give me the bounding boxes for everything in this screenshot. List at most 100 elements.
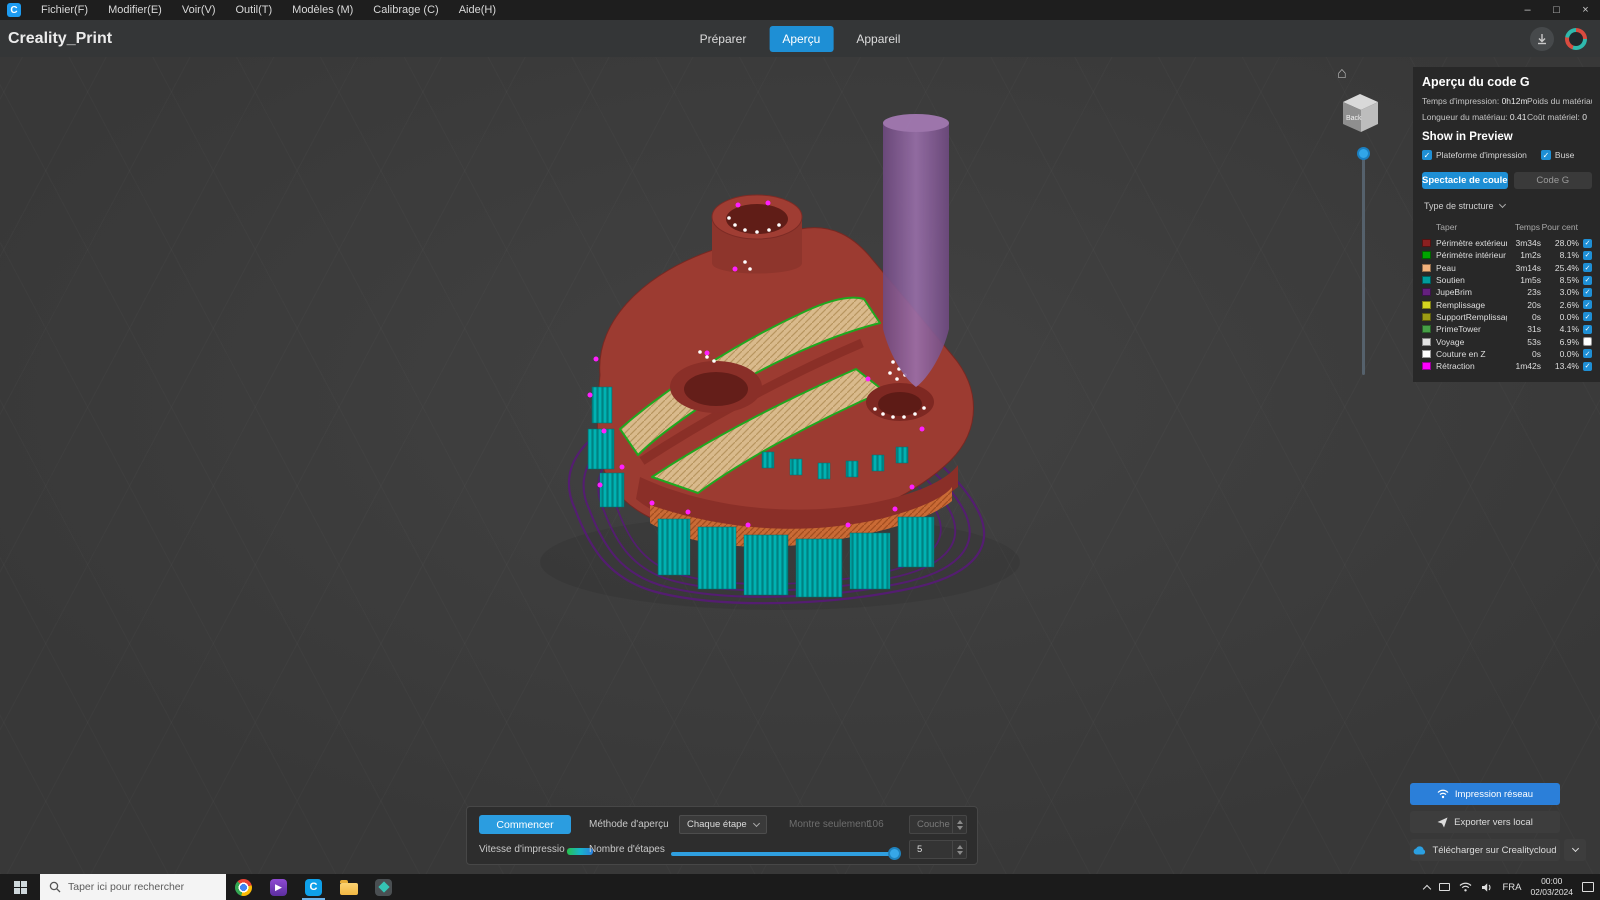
structure-row: Périmètre extérieur3m34s28.0% ✓ [1422, 237, 1592, 249]
volume-icon[interactable] [1481, 882, 1493, 893]
windows-logo-icon [14, 881, 27, 894]
3d-viewport[interactable]: ⌂ Back Aperçu du code G Temps d'impressi… [0, 57, 1600, 874]
network-print-button[interactable]: Impression réseau [1410, 783, 1560, 805]
structure-row: PrimeTower31s4.1%✓ [1422, 323, 1592, 335]
display-icon[interactable] [1439, 883, 1450, 891]
search-placeholder: Taper ici pour rechercher [68, 881, 184, 893]
profile-icon [1565, 28, 1587, 50]
panel-title: Aperçu du code G [1422, 75, 1592, 89]
type-visibility-checkbox[interactable]: ✓ [1583, 288, 1592, 297]
menu-item[interactable]: Modifier(E) [98, 0, 172, 20]
notification-center-icon[interactable] [1582, 882, 1594, 892]
type-name: Soutien [1436, 275, 1507, 285]
profile-button[interactable] [1564, 27, 1588, 51]
steps-slider-track[interactable] [671, 852, 899, 856]
tab-appareil[interactable]: Appareil [843, 26, 913, 52]
language-indicator[interactable]: FRA [1502, 882, 1521, 893]
layer-unit-spinner[interactable]: Couche [909, 815, 967, 834]
print-speed-label: Vitesse d'impression [479, 844, 565, 855]
menu-item[interactable]: Voir(V) [172, 0, 226, 20]
close-button[interactable]: × [1571, 0, 1600, 20]
app-icon-files[interactable] [331, 874, 366, 900]
type-time: 20s [1507, 300, 1541, 310]
type-color-swatch [1422, 251, 1431, 259]
type-percent: 6.9% [1541, 337, 1579, 347]
stat-label: Coût matériel: [1527, 112, 1582, 122]
tool-app-icon [378, 881, 389, 892]
structure-row: Périmètre intérieur1m2s8.1%✓ [1422, 249, 1592, 261]
layer-slider-handle[interactable] [1357, 147, 1370, 160]
spinner-arrows[interactable] [952, 816, 966, 833]
start-button[interactable]: Commencer [479, 815, 571, 834]
stat-label: Temps d'impression: [1422, 96, 1502, 106]
type-visibility-checkbox[interactable]: ✓ [1583, 325, 1592, 334]
start-button[interactable] [0, 874, 40, 900]
app-icon-media[interactable]: ▶ [261, 874, 296, 900]
checkbox-icon[interactable]: ✓ [1422, 150, 1432, 160]
tray-date: 02/03/2024 [1530, 887, 1573, 898]
layer-slider-track[interactable] [1362, 149, 1365, 375]
tray-expand-icon[interactable] [1423, 884, 1431, 892]
type-visibility-checkbox[interactable]: ✓ [1583, 349, 1592, 358]
type-time: 53s [1507, 337, 1541, 347]
menu-item[interactable]: Modèles (M) [282, 0, 363, 20]
print-stat: Poids du matériau [1527, 96, 1592, 106]
upload-cloud-label: Télécharger sur Crealitycloud [1432, 845, 1556, 856]
checkbox-icon[interactable]: ✓ [1541, 150, 1551, 160]
stat-label: Poids du matériau [1527, 96, 1592, 106]
type-name: Couture en Z [1436, 349, 1507, 359]
type-visibility-checkbox[interactable]: ✓ [1583, 362, 1592, 371]
creality-logo-icon: C [7, 3, 21, 17]
wifi-icon[interactable] [1459, 882, 1472, 892]
tab-apercu[interactable]: Aperçu [769, 26, 833, 52]
app-icon-chrome[interactable] [226, 874, 261, 900]
steps-slider-handle[interactable] [888, 847, 901, 860]
structure-table: Périmètre extérieur3m34s28.0%✓Périmètre … [1422, 237, 1592, 372]
type-percent: 28.0% [1541, 238, 1579, 248]
type-visibility-checkbox[interactable]: ✓ [1583, 263, 1592, 272]
app-icon-creality[interactable]: C [296, 874, 331, 900]
spinner-arrows[interactable] [952, 841, 966, 858]
type-time: 3m34s [1507, 238, 1541, 248]
layer-range-slider[interactable] [1358, 149, 1370, 375]
type-name: Périmètre extérieur [1436, 238, 1507, 248]
view-cube[interactable]: Back [1333, 87, 1387, 141]
type-time: 3m14s [1507, 263, 1541, 273]
menu-item[interactable]: Outil(T) [225, 0, 282, 20]
type-name: Remplissage [1436, 300, 1507, 310]
type-visibility-checkbox[interactable]: ✓ [1583, 276, 1592, 285]
type-color-swatch [1422, 288, 1431, 296]
structure-type-dropdown[interactable]: Type de structure [1422, 198, 1592, 214]
maximize-button[interactable]: □ [1542, 0, 1571, 20]
menu-item[interactable]: Calibrage (C) [363, 0, 448, 20]
stat-value: 0h12m49s [1502, 96, 1527, 106]
type-percent: 2.6% [1541, 300, 1579, 310]
tab-preparer[interactable]: Préparer [687, 26, 760, 52]
type-visibility-checkbox[interactable]: ✓ [1583, 239, 1592, 248]
tab-color-scheme[interactable]: Spectacle de coule [1422, 172, 1508, 189]
export-local-button[interactable]: Exporter vers local [1410, 811, 1560, 833]
home-view-icon[interactable]: ⌂ [1337, 65, 1347, 83]
steps-spinner[interactable]: 5 [909, 840, 967, 859]
type-visibility-checkbox[interactable]: ✓ [1583, 312, 1592, 321]
download-button[interactable] [1530, 27, 1554, 51]
upload-cloud-button[interactable]: Télécharger sur Crealitycloud [1410, 839, 1560, 861]
taskbar-search[interactable]: Taper ici pour rechercher [40, 874, 226, 900]
app-icon-tool[interactable] [366, 874, 401, 900]
upload-options-button[interactable] [1564, 839, 1586, 861]
menu-item[interactable]: Fichier(F) [31, 0, 98, 20]
type-visibility-checkbox[interactable]: ✓ [1583, 251, 1592, 260]
structure-row: JupeBrim23s3.0%✓ [1422, 286, 1592, 298]
structure-row: Voyage53s6.9% [1422, 335, 1592, 347]
type-visibility-checkbox[interactable]: ✓ [1583, 300, 1592, 309]
minimize-button[interactable]: – [1513, 0, 1542, 20]
tab-gcode[interactable]: Code G [1514, 172, 1592, 189]
steps-slider[interactable] [671, 847, 899, 860]
type-percent: 4.1% [1541, 324, 1579, 334]
preview-method-select[interactable]: Chaque étape [679, 815, 767, 834]
media-app-icon: ▶ [270, 879, 287, 896]
type-visibility-checkbox[interactable] [1583, 337, 1592, 346]
clock[interactable]: 00:00 02/03/2024 [1530, 876, 1573, 897]
menu-item[interactable]: Aide(H) [449, 0, 506, 20]
cloud-icon [1413, 846, 1426, 855]
